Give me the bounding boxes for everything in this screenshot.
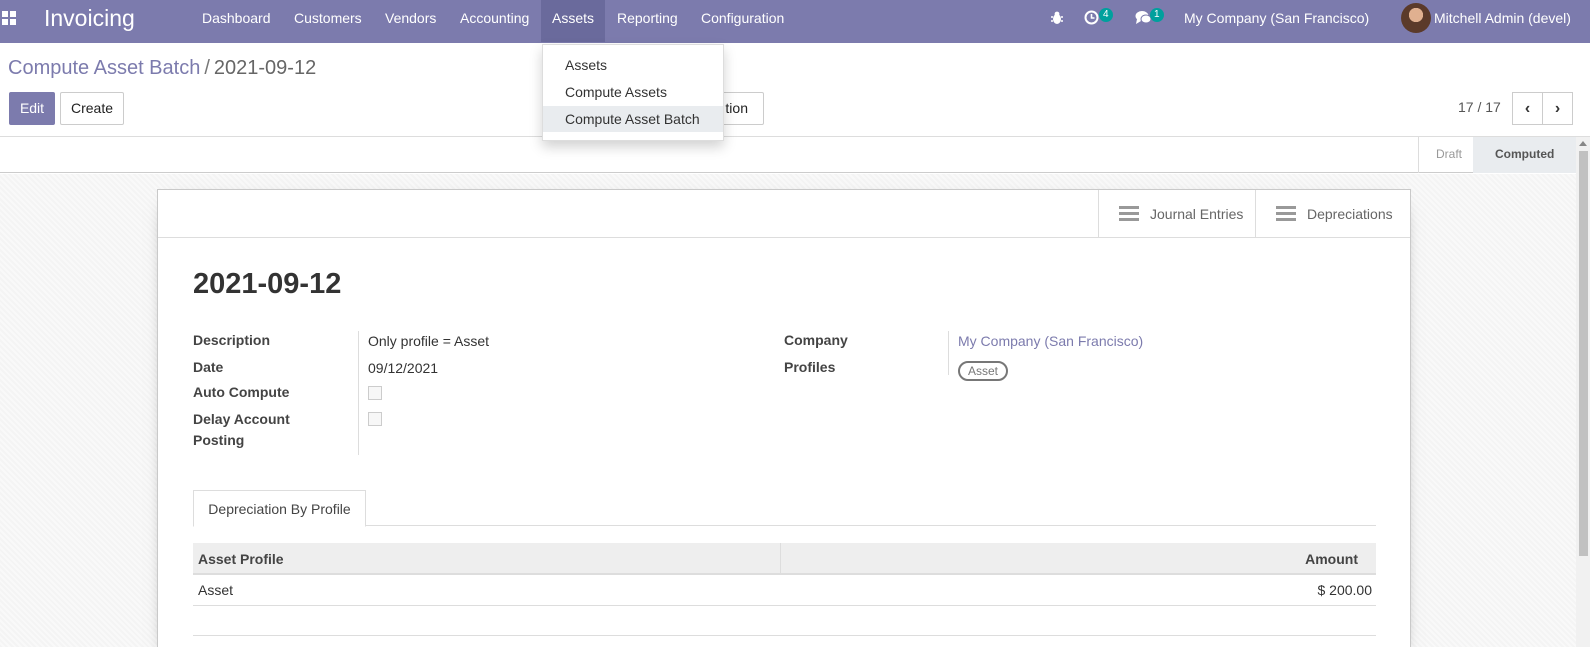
assets-dropdown-menu: Assets Compute Assets Compute Asset Batc…: [542, 44, 724, 141]
create-button[interactable]: Create: [60, 92, 124, 125]
top-navbar: Invoicing Dashboard Customers Vendors Ac…: [0, 0, 1590, 43]
depreciations-button[interactable]: Depreciations: [1255, 190, 1410, 238]
company-switcher[interactable]: My Company (San Francisco): [1184, 10, 1369, 26]
statusbar: Draft Computed: [0, 137, 1576, 173]
tab-divider: [193, 525, 1376, 526]
auto-compute-checkbox[interactable]: [368, 386, 382, 400]
table-row-profile[interactable]: Asset: [193, 575, 781, 606]
date-label: Date: [193, 359, 224, 375]
dropdown-item-assets[interactable]: Assets: [543, 52, 723, 78]
list-icon: [1119, 206, 1139, 222]
journal-entries-label: Journal Entries: [1150, 206, 1244, 222]
description-label: Description: [193, 332, 271, 348]
profiles-label: Profiles: [784, 359, 836, 375]
menu-vendors[interactable]: Vendors: [374, 0, 447, 42]
menu-reporting[interactable]: Reporting: [606, 0, 689, 42]
edit-button[interactable]: Edit: [9, 92, 55, 125]
menu-configuration[interactable]: Configuration: [690, 0, 795, 42]
breadcrumb-parent[interactable]: Compute Asset Batch: [8, 57, 200, 79]
menu-customers[interactable]: Customers: [283, 0, 373, 42]
menu-dashboard[interactable]: Dashboard: [191, 0, 282, 42]
table-row-amount[interactable]: $ 200.00: [781, 575, 1376, 606]
menu-accounting[interactable]: Accounting: [449, 0, 540, 42]
company-value[interactable]: My Company (San Francisco): [958, 333, 1143, 349]
field-separator: [948, 331, 949, 375]
clock-icon[interactable]: [1084, 0, 1099, 36]
breadcrumb-current: 2021-09-12: [213, 57, 317, 79]
pager-value[interactable]: 17 / 17: [1458, 99, 1501, 115]
message-badge: 1: [1150, 8, 1164, 22]
company-label: Company: [784, 332, 848, 348]
column-amount[interactable]: Amount: [781, 543, 1376, 575]
description-value: Only profile = Asset: [368, 333, 490, 349]
smart-button-box: Journal Entries Depreciations: [158, 190, 1410, 238]
table-footer-line: [193, 635, 1376, 636]
form-sheet: Journal Entries Depreciations 2021-09-12…: [157, 189, 1411, 647]
status-draft: Draft: [1436, 147, 1463, 161]
dropdown-item-compute-asset-batch[interactable]: Compute Asset Batch: [543, 106, 723, 132]
user-menu[interactable]: Mitchell Admin (devel): [1434, 10, 1571, 26]
delay-posting-checkbox[interactable]: [368, 412, 382, 426]
field-separator: [358, 331, 359, 455]
tab-depreciation-by-profile[interactable]: Depreciation By Profile: [193, 490, 366, 527]
profile-tag[interactable]: Asset: [958, 361, 1009, 381]
status-computed: Computed: [1473, 137, 1576, 173]
column-asset-profile[interactable]: Asset Profile: [193, 543, 781, 575]
user-avatar[interactable]: [1401, 3, 1431, 33]
date-value: 09/12/2021: [368, 360, 439, 376]
activity-badge: 4: [1099, 8, 1113, 22]
auto-compute-label: Auto Compute: [193, 384, 290, 400]
breadcrumb: Compute Asset Batch/2021-09-12: [8, 57, 316, 80]
journal-entries-button[interactable]: Journal Entries: [1098, 190, 1256, 238]
chat-icon[interactable]: [1135, 0, 1152, 36]
list-icon: [1276, 206, 1296, 222]
app-brand[interactable]: Invoicing: [44, 5, 135, 32]
apps-grid-icon[interactable]: [2, 11, 16, 25]
record-title: 2021-09-12: [193, 268, 342, 300]
chevron-right-icon[interactable]: ›: [1542, 92, 1573, 125]
chevron-left-icon[interactable]: ‹: [1512, 92, 1543, 125]
delay-posting-label-line2: Posting: [193, 432, 245, 448]
breadcrumb-separator: /: [204, 57, 210, 79]
delay-posting-label-line1: Delay Account: [193, 411, 290, 427]
scroll-up-icon[interactable]: [1579, 141, 1587, 146]
menu-assets[interactable]: Assets: [541, 0, 606, 42]
bug-icon[interactable]: [1050, 0, 1064, 36]
depreciations-label: Depreciations: [1307, 206, 1393, 222]
vertical-scrollbar[interactable]: [1576, 137, 1590, 647]
scrollbar-thumb[interactable]: [1579, 151, 1588, 556]
dropdown-item-compute-assets[interactable]: Compute Assets: [543, 79, 723, 105]
